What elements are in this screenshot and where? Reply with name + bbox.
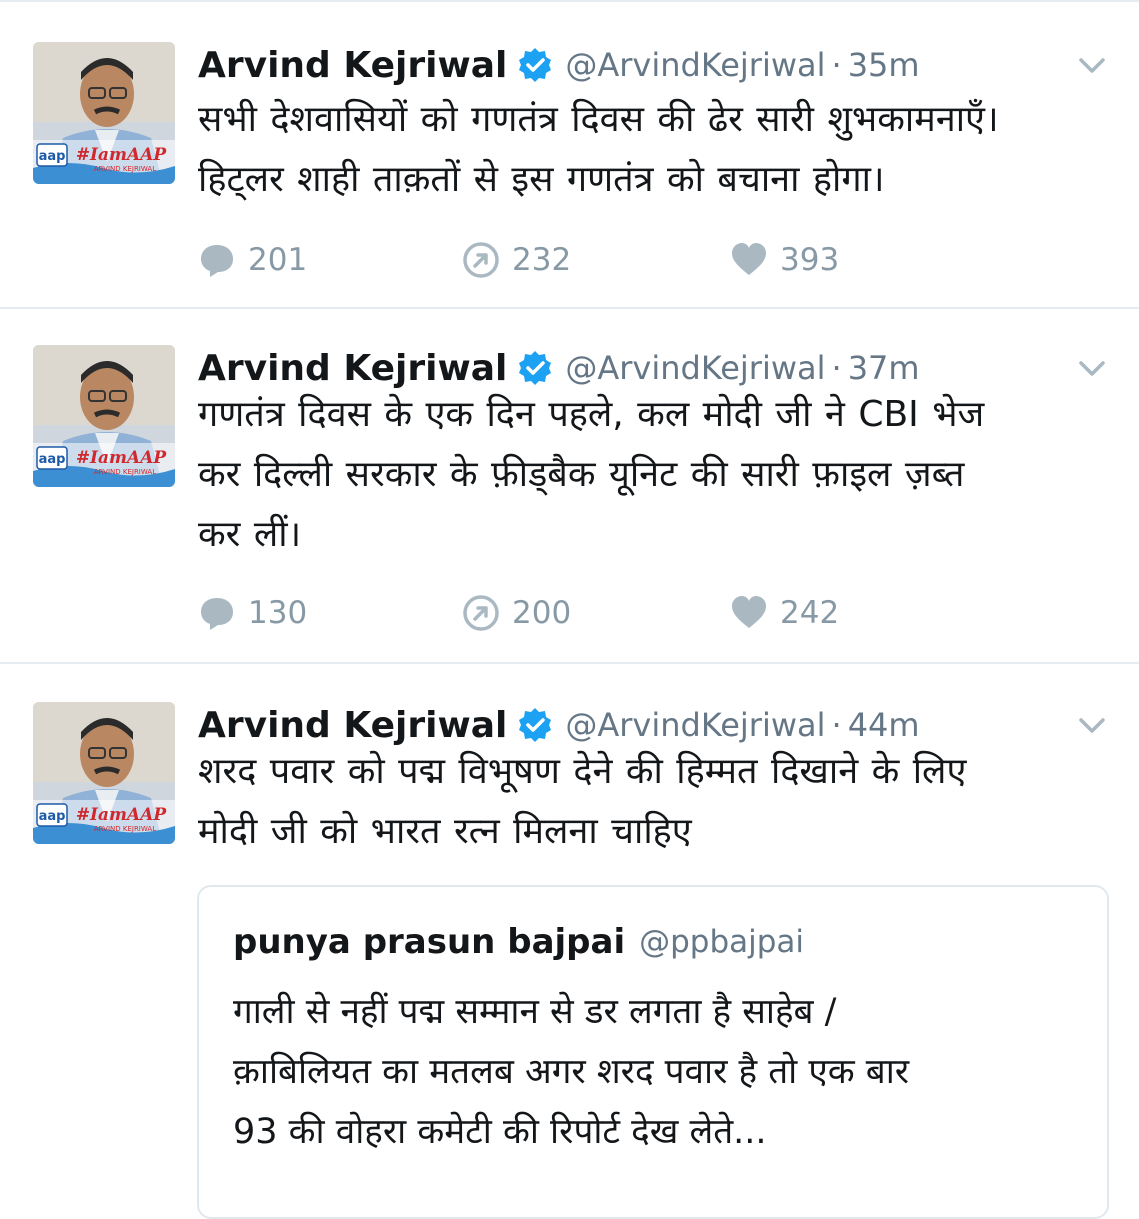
author-name[interactable]: Arvind Kejriwal xyxy=(198,45,507,86)
verified-badge-icon xyxy=(517,47,553,83)
reply-count: 201 xyxy=(248,242,308,278)
tweet-text-line: हिट्लर शाही ताक़तों से इस गणतंत्र को बचा… xyxy=(198,159,885,200)
quoted-author-name: punya prasun bajpai xyxy=(233,922,626,962)
chevron-down-icon[interactable] xyxy=(1075,351,1109,385)
tweet-time[interactable]: 44m xyxy=(848,706,920,744)
retweet-button[interactable]: 200 xyxy=(462,591,571,635)
tweet-text-line: कर लीं। xyxy=(198,514,302,555)
like-icon xyxy=(730,594,768,632)
tweet-text: शरद पवार को पद्म विभूषण देने की हिम्मत द… xyxy=(198,742,1099,862)
tweet-text-line: सभी देशवासियों को गणतंत्र दिवस की ढेर सा… xyxy=(198,99,999,140)
like-count: 393 xyxy=(780,242,840,278)
avatar[interactable] xyxy=(33,42,175,184)
verified-badge-icon xyxy=(517,350,553,386)
tweet-text-line: मोदी जी को भारत रत्न मिलना चाहिए xyxy=(198,811,692,852)
author-name[interactable]: Arvind Kejriwal xyxy=(198,348,507,389)
separator-dot: · xyxy=(831,706,842,744)
quoted-tweet[interactable]: punya prasun bajpai @ppbajpai गाली से नह… xyxy=(197,885,1109,1219)
reply-button[interactable]: 201 xyxy=(198,238,307,282)
chevron-down-icon[interactable] xyxy=(1075,708,1109,742)
chevron-down-icon[interactable] xyxy=(1075,48,1109,82)
author-name[interactable]: Arvind Kejriwal xyxy=(198,705,507,746)
reply-icon xyxy=(198,594,236,632)
tweet[interactable]: Arvind Kejriwal @ArvindKejriwal · 35m सभ… xyxy=(0,0,1139,309)
reply-icon xyxy=(198,241,236,279)
like-button[interactable]: 393 xyxy=(730,238,839,282)
tweet-text: गणतंत्र दिवस के एक दिन पहले, कल मोदी जी … xyxy=(198,385,1099,565)
author-handle[interactable]: @ArvindKejriwal xyxy=(565,349,825,387)
like-button[interactable]: 242 xyxy=(730,591,839,635)
separator-dot: · xyxy=(831,349,842,387)
tweet-text-line: शरद पवार को पद्म विभूषण देने की हिम्मत द… xyxy=(198,751,967,792)
retweet-count: 200 xyxy=(512,595,572,631)
tweet-text: सभी देशवासियों को गणतंत्र दिवस की ढेर सा… xyxy=(198,90,1099,210)
reply-count: 130 xyxy=(248,595,308,631)
author-handle[interactable]: @ArvindKejriwal xyxy=(565,706,825,744)
verified-badge-icon xyxy=(517,707,553,743)
tweet[interactable]: Arvind Kejriwal @ArvindKejriwal · 37m गण… xyxy=(0,305,1139,664)
retweet-count: 232 xyxy=(512,242,572,278)
retweet-button[interactable]: 232 xyxy=(462,238,571,282)
separator-dot: · xyxy=(831,46,842,84)
retweet-icon xyxy=(462,241,500,279)
tweet-text-line: कर दिल्ली सरकार के फ़ीड्बैक यूनिट की सार… xyxy=(198,454,965,495)
quoted-text-line: क़ाबिलियत का मतलब अगर शरद पवार है तो एक … xyxy=(233,1052,910,1092)
timeline: Arvind Kejriwal @ArvindKejriwal · 35m सभ… xyxy=(0,0,1139,1219)
retweet-icon xyxy=(462,594,500,632)
tweet-actions: 130 200 242 xyxy=(198,591,958,635)
tweet-actions: 201 232 393 xyxy=(198,238,958,282)
avatar-image xyxy=(33,345,175,487)
author-handle[interactable]: @ArvindKejriwal xyxy=(565,46,825,84)
tweet-time[interactable]: 37m xyxy=(848,349,920,387)
avatar-image xyxy=(33,42,175,184)
avatar[interactable] xyxy=(33,345,175,487)
like-count: 242 xyxy=(780,595,840,631)
quoted-text-line: 93 की वोहरा कमेटी की रिपोर्ट देख लेते... xyxy=(233,1112,767,1152)
tweet-time[interactable]: 35m xyxy=(848,46,920,84)
tweet-text-line: गणतंत्र दिवस के एक दिन पहले, कल मोदी जी … xyxy=(198,394,985,435)
like-icon xyxy=(730,241,768,279)
quoted-text-line: गाली से नहीं पद्म सम्मान से डर लगता है स… xyxy=(233,992,837,1032)
reply-button[interactable]: 130 xyxy=(198,591,307,635)
tweet-header: Arvind Kejriwal @ArvindKejriwal · 35m xyxy=(198,40,920,90)
quoted-tweet-header: punya prasun bajpai @ppbajpai xyxy=(233,917,804,967)
avatar[interactable] xyxy=(33,702,175,844)
avatar-image xyxy=(33,702,175,844)
quoted-tweet-text: गाली से नहीं पद्म सम्मान से डर लगता है स… xyxy=(233,982,909,1162)
quoted-author-handle: @ppbajpai xyxy=(639,924,805,960)
